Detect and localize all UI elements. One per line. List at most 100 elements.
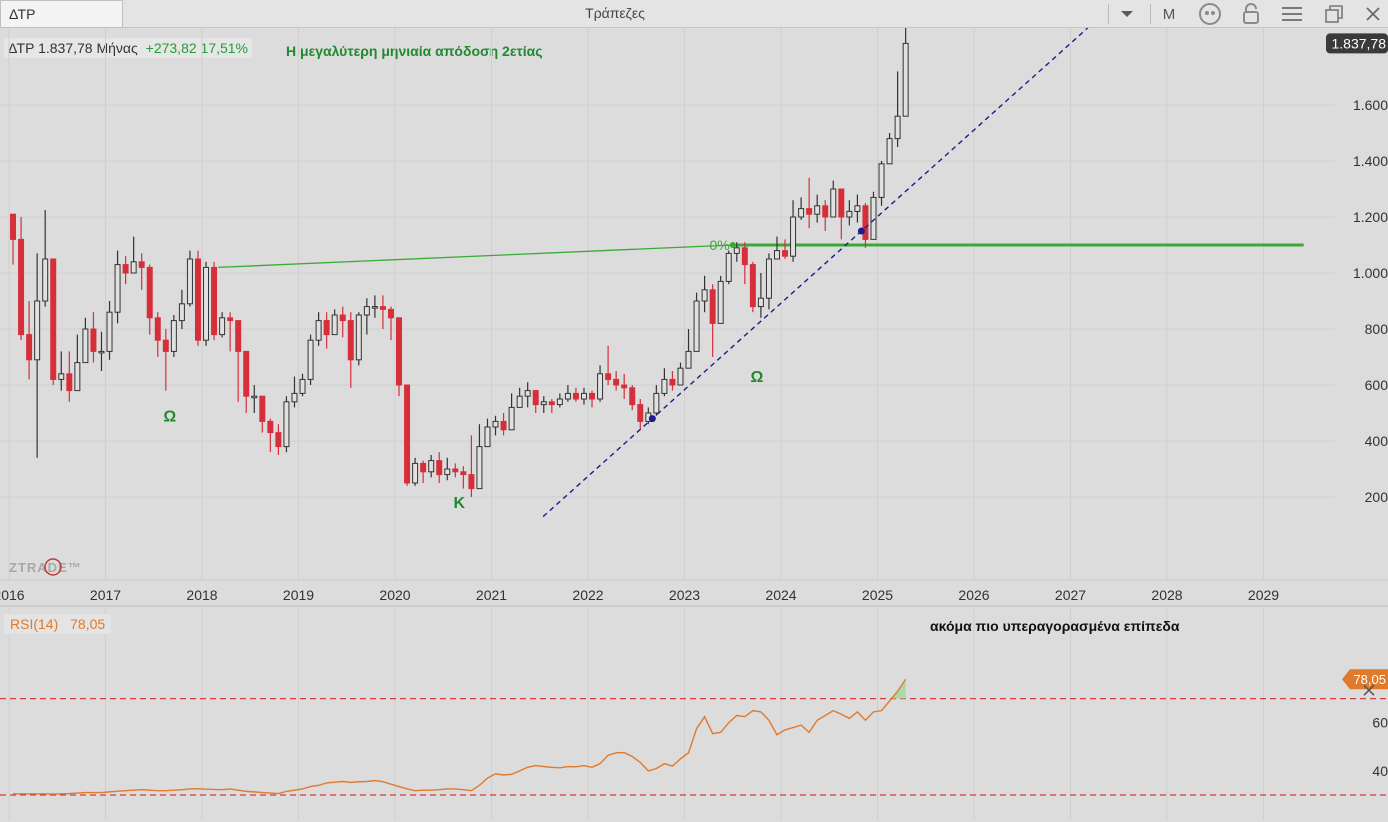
quote-icon[interactable] — [1196, 0, 1224, 28]
toolbar-separator — [1108, 4, 1109, 24]
candle — [331, 309, 338, 336]
candle-body — [589, 392, 596, 400]
rsi-value-badge-label: 78,05 — [1353, 672, 1386, 687]
candle — [886, 133, 893, 165]
candle-body — [460, 471, 467, 476]
candle-body — [637, 404, 644, 422]
candle-body — [661, 378, 668, 394]
candle-body — [26, 334, 33, 361]
candle-body — [436, 460, 443, 476]
candle — [870, 191, 877, 240]
timeframe-button[interactable]: M — [1156, 0, 1182, 28]
x-tick-label: 2028 — [1151, 587, 1182, 603]
candle — [74, 334, 81, 392]
candle — [387, 306, 394, 341]
candle-body — [114, 264, 121, 313]
lock-icon[interactable] — [1238, 0, 1264, 28]
symbol-field[interactable]: ΔΤΡ — [0, 0, 123, 28]
chart-annotation: Ω — [750, 369, 763, 386]
candle — [894, 71, 901, 147]
candle-body — [653, 392, 660, 414]
candle-body — [251, 395, 258, 399]
candle-body — [339, 314, 346, 322]
candle — [580, 387, 587, 405]
candle — [790, 200, 797, 262]
candle — [556, 393, 563, 408]
candle — [50, 258, 57, 385]
candle-body — [428, 460, 435, 473]
chart-annotation: Ω — [163, 408, 176, 425]
y-tick-label: 1.000 — [1353, 265, 1388, 281]
candle — [589, 390, 596, 408]
candle-body — [259, 395, 266, 422]
toolbar: ΔΤΡ Τράπεζες M — [0, 0, 1388, 28]
candle — [854, 194, 861, 223]
candle-body — [500, 420, 507, 431]
candle — [814, 194, 821, 223]
menu-icon[interactable] — [1278, 0, 1306, 28]
candle — [299, 373, 306, 397]
candle-body — [556, 398, 563, 406]
candle-body — [130, 261, 137, 274]
candle-body — [773, 250, 780, 260]
candle-body — [484, 426, 491, 448]
candle-body — [452, 468, 459, 473]
candle — [798, 197, 805, 220]
y-tick-label: 1.200 — [1353, 209, 1388, 225]
candle — [709, 284, 716, 357]
chart-annotation: Κ — [454, 495, 466, 512]
candle — [846, 200, 853, 226]
y-tick-label: 600 — [1365, 377, 1388, 393]
rsi-value: 78,05 — [70, 616, 106, 632]
candle-body — [749, 264, 756, 308]
restore-window-icon[interactable] — [1320, 0, 1348, 28]
chevron-down-icon[interactable] — [1112, 0, 1142, 28]
candle-body — [782, 250, 789, 257]
candle-body — [170, 320, 177, 352]
candle-body — [693, 300, 700, 352]
candle — [500, 413, 507, 436]
candle — [677, 362, 684, 386]
candle — [34, 253, 41, 458]
candle-body — [420, 462, 427, 473]
candle — [597, 365, 604, 402]
candle-body — [203, 266, 210, 341]
candle — [452, 463, 459, 478]
candle-body — [725, 252, 732, 282]
candle — [661, 368, 668, 397]
candle-body — [822, 205, 829, 218]
candle — [339, 306, 346, 338]
candle-body — [186, 258, 193, 305]
candle-body — [468, 474, 475, 490]
trendline-anchor — [648, 415, 656, 423]
candle-body — [18, 238, 25, 336]
close-icon[interactable] — [1360, 0, 1386, 28]
candle — [444, 457, 451, 481]
candle — [122, 256, 129, 285]
candle — [396, 317, 403, 397]
candle — [773, 236, 780, 260]
candle-body — [894, 115, 901, 140]
candle-body — [580, 392, 587, 400]
x-tick-label: 2016 — [0, 587, 25, 603]
candle — [741, 242, 748, 285]
candle — [66, 351, 73, 402]
candle-body — [814, 205, 821, 215]
candle-body — [572, 392, 579, 400]
candle — [564, 385, 571, 402]
candle-body — [862, 205, 869, 240]
candle-body — [307, 339, 314, 380]
candle — [146, 264, 153, 335]
candle-body — [685, 350, 692, 369]
candle — [26, 301, 33, 380]
candle-body — [347, 320, 354, 361]
candle-body — [66, 373, 73, 392]
trendline-anchor — [857, 227, 865, 235]
candle — [412, 457, 419, 486]
candle-body — [211, 266, 218, 336]
candle — [653, 385, 660, 416]
candle — [629, 385, 636, 411]
candle-body — [605, 373, 612, 380]
rsi-label: RSI(14) 78,05 — [4, 614, 112, 634]
x-tick-label: 2029 — [1248, 587, 1279, 603]
